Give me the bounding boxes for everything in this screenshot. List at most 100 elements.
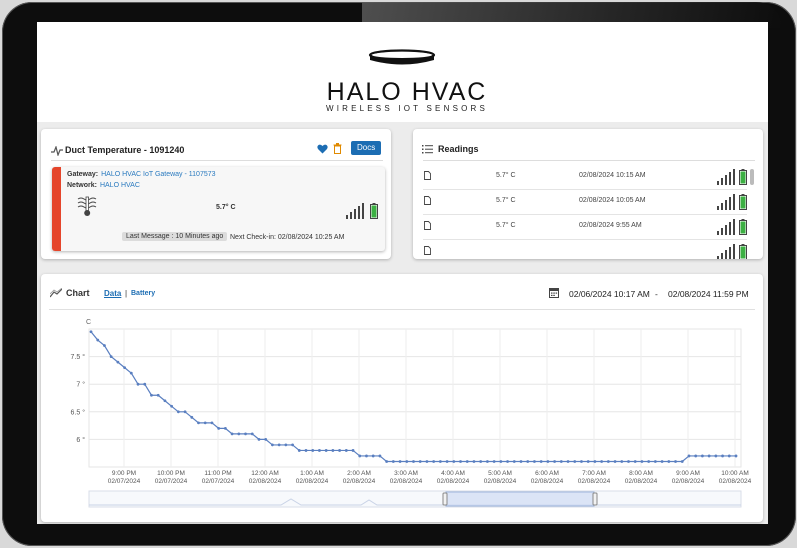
x-tick-date: 02/08/2024: [531, 478, 564, 485]
data-point: [277, 443, 281, 447]
data-point: [653, 460, 657, 463]
divider: [423, 160, 755, 161]
tablet-frame: HALO HVAC WIRELESS IOT SENSORS Duct Temp…: [2, 2, 796, 546]
network-label: Network:: [67, 182, 97, 189]
data-point: [412, 460, 415, 463]
x-tick-date: 02/08/2024: [437, 478, 470, 485]
data-point: [338, 449, 341, 452]
reading-row[interactable]: 5.7° C 02/08/2024 10:05 AM: [423, 190, 747, 215]
x-tick-time: 4:00 AM: [441, 470, 465, 477]
battery-icon: [739, 219, 747, 235]
reading-row[interactable]: 5.7° C 02/08/2024 10:15 AM: [423, 165, 747, 190]
data-point: [465, 460, 469, 463]
data-point: [230, 432, 234, 436]
data-point: [687, 454, 691, 458]
data-point: [546, 460, 550, 463]
reading-time: 02/08/2024 10:05 AM: [579, 197, 646, 204]
x-tick-date: 02/08/2024: [719, 478, 752, 485]
reading-row[interactable]: 5.7° C 02/08/2024 9:55 AM: [423, 215, 747, 240]
gateway-link[interactable]: HALO HVAC IoT Gateway - 1107573: [101, 171, 215, 178]
data-point: [183, 410, 187, 414]
x-tick-date: 02/07/2024: [108, 478, 141, 485]
data-point: [358, 454, 362, 458]
favorite-heart-icon[interactable]: [317, 144, 328, 154]
data-point: [721, 454, 724, 458]
document-icon: [424, 221, 431, 230]
sensor-card: Duct Temperature - 1091240 Docs Gateway:…: [41, 129, 391, 259]
navigator-left-handle[interactable]: [442, 492, 448, 506]
signal-strength-icon: [717, 219, 735, 235]
data-point: [701, 454, 704, 458]
sensor-title: Duct Temperature - 1091240: [65, 145, 185, 155]
data-point: [432, 460, 436, 463]
y-tick-label: 6.5 °: [71, 408, 86, 416]
gateway-label: Gateway:: [67, 171, 99, 178]
reading-value: 5.7° C: [496, 197, 516, 204]
data-point: [539, 460, 543, 463]
data-point: [244, 432, 247, 436]
data-point: [284, 443, 288, 447]
data-point: [96, 338, 100, 342]
plot-area: [88, 328, 742, 468]
battery-icon: [739, 194, 747, 210]
data-point: [190, 415, 194, 419]
chart-grid: [88, 328, 742, 468]
data-point: [217, 426, 221, 430]
data-point: [559, 460, 563, 463]
data-point: [667, 460, 671, 463]
data-point: [163, 399, 167, 403]
data-point: [123, 366, 126, 370]
signal-strength-icon: [717, 169, 735, 185]
data-point: [297, 449, 301, 452]
readings-title: Readings: [438, 144, 479, 154]
data-point: [573, 460, 577, 463]
navigator-selection[interactable]: [445, 491, 595, 507]
data-point: [566, 460, 570, 463]
data-point: [291, 443, 294, 447]
brand-name: HALO HVAC: [326, 78, 488, 106]
x-axis: 9:00 PM02/07/202410:00 PM02/07/202411:00…: [108, 470, 752, 485]
app-screen: HALO HVAC WIRELESS IOT SENSORS Duct Temp…: [37, 22, 768, 524]
last-message-badge: Last Message : 10 Minutes ago: [122, 232, 228, 241]
data-point: [103, 344, 106, 347]
navigator-right-handle[interactable]: [592, 492, 598, 506]
battery-icon: [370, 203, 378, 219]
data-point: [391, 460, 395, 463]
document-icon: [424, 246, 431, 255]
network-link[interactable]: HALO HVAC: [100, 182, 140, 189]
signal-strength-icon: [717, 244, 735, 259]
x-tick-date: 02/08/2024: [578, 478, 611, 485]
readings-scrollbar[interactable]: [750, 169, 754, 185]
data-point: [116, 360, 120, 364]
data-point: [438, 460, 442, 463]
data-point: [129, 371, 133, 375]
y-axis-label: C: [86, 319, 91, 326]
data-point: [210, 421, 214, 425]
reading-row[interactable]: [423, 240, 747, 259]
x-tick-time: 6:00 AM: [535, 470, 559, 477]
data-point: [257, 438, 261, 441]
data-point: [714, 454, 718, 458]
data-point: [586, 460, 590, 463]
data-point: [533, 460, 536, 463]
signal-strength-icon: [717, 194, 735, 210]
data-point: [418, 460, 422, 463]
sensor-status-panel[interactable]: Gateway: HALO HVAC IoT Gateway - 1107573 …: [52, 167, 385, 251]
data-point: [499, 460, 503, 463]
data-point: [136, 382, 140, 386]
data-point: [398, 460, 402, 463]
data-point: [223, 426, 227, 430]
app-header: HALO HVAC WIRELESS IOT SENSORS: [37, 22, 768, 122]
docs-button[interactable]: Docs: [351, 141, 382, 155]
data-point: [512, 460, 516, 463]
data-point: [89, 330, 93, 334]
network-row: Network: HALO HVAC: [67, 182, 140, 189]
data-point: [459, 460, 462, 463]
data-point: [606, 460, 610, 463]
data-point: [371, 454, 375, 458]
data-point: [197, 421, 200, 425]
data-point: [734, 454, 738, 458]
document-icon: [424, 171, 431, 180]
trash-icon[interactable]: [333, 143, 342, 154]
data-point: [660, 460, 664, 463]
